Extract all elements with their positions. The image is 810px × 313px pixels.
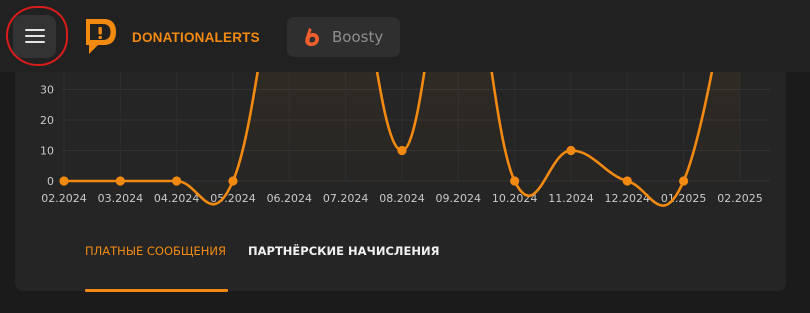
tab-paid-messages[interactable]: ПЛАТНЫЕ СООБЩЕНИЯ	[85, 244, 226, 258]
active-tab-indicator	[85, 289, 228, 292]
boosty-logo-icon	[305, 28, 319, 46]
x-tick-label: 04.2024	[154, 192, 200, 205]
data-point	[172, 176, 182, 186]
hamburger-menu-icon	[25, 29, 45, 31]
x-tick-label: 08.2024	[379, 192, 425, 205]
menu-button[interactable]	[13, 15, 56, 58]
donationalerts-link[interactable]: DONATIONALERTS	[132, 31, 260, 45]
x-tick-label: 02.2025	[717, 192, 763, 205]
donationalerts-logo-icon	[86, 19, 116, 54]
data-point	[622, 176, 632, 186]
x-tick-label: 11.2024	[548, 192, 594, 205]
x-tick-label: 06.2024	[267, 192, 313, 205]
data-point	[679, 176, 689, 186]
x-tick-label: 07.2024	[323, 192, 369, 205]
data-point	[397, 145, 407, 156]
boosty-label: Boosty	[332, 28, 384, 46]
data-point	[228, 176, 238, 186]
data-point	[510, 176, 520, 186]
y-tick-label: 0	[47, 175, 54, 188]
y-tick-label: 20	[40, 114, 54, 127]
x-tick-label: 09.2024	[436, 192, 482, 205]
data-point	[566, 145, 576, 156]
data-point	[59, 176, 69, 186]
tab-partner-earnings[interactable]: ПАРТНЁРСКИЕ НАЧИСЛЕНИЯ	[248, 244, 439, 258]
y-tick-label: 10	[40, 145, 54, 158]
x-tick-label: 02.2024	[41, 192, 87, 205]
data-point	[115, 176, 125, 186]
x-tick-label: 03.2024	[98, 192, 144, 205]
top-bar: DONATIONALERTS Boosty	[0, 0, 810, 72]
hamburger-menu-icon-line	[25, 35, 45, 37]
boosty-button[interactable]: Boosty	[287, 17, 400, 57]
hamburger-menu-icon-line	[25, 41, 45, 43]
y-tick-label: 30	[40, 84, 54, 97]
x-tick-label: 12.2024	[605, 192, 651, 205]
